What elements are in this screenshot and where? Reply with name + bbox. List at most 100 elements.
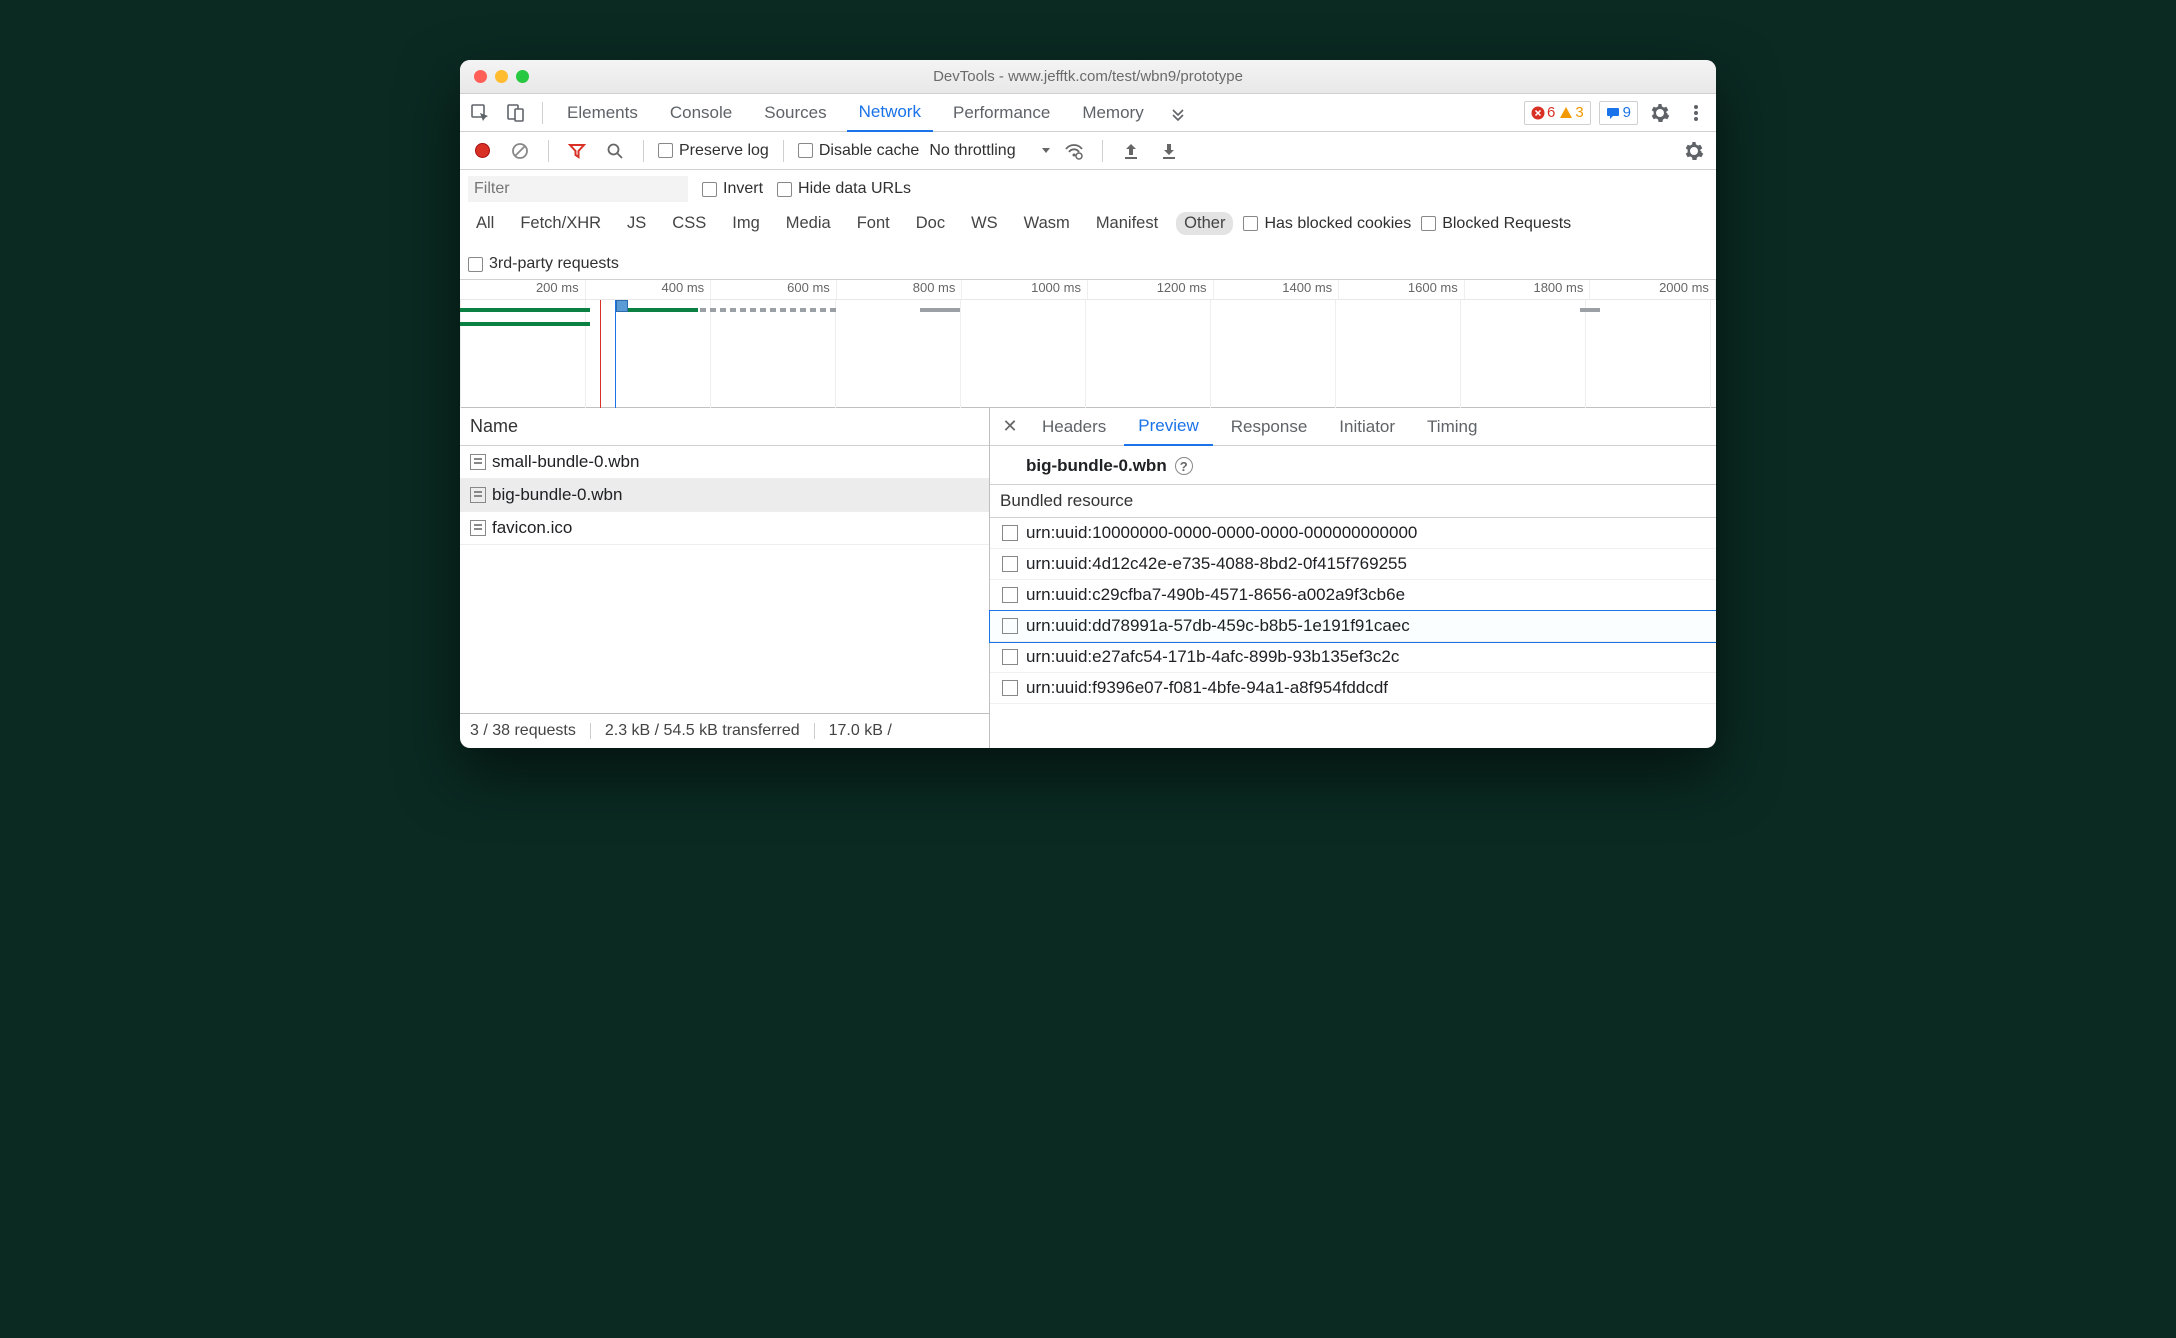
resource-icon — [1002, 649, 1018, 665]
file-icon — [470, 454, 486, 470]
issues-badge[interactable]: 6 3 — [1524, 101, 1591, 125]
upload-har-icon[interactable] — [1117, 137, 1145, 165]
invert-checkbox[interactable]: Invert — [702, 180, 763, 198]
request-name: big-bundle-0.wbn — [492, 485, 622, 505]
timeline-tick: 1600 ms — [1339, 280, 1465, 299]
download-har-icon[interactable] — [1155, 137, 1183, 165]
status-transferred: 2.3 kB / 54.5 kB transferred — [605, 722, 815, 740]
device-toolbar-icon[interactable] — [502, 99, 530, 127]
bundled-resource-row[interactable]: urn:uuid:4d12c42e-e735-4088-8bd2-0f415f7… — [990, 549, 1716, 580]
inspect-element-icon[interactable] — [466, 99, 494, 127]
resource-icon — [1002, 525, 1018, 541]
type-filter-js[interactable]: JS — [619, 212, 654, 235]
devtools-window: DevTools - www.jefftk.com/test/wbn9/prot… — [460, 60, 1716, 748]
disable-cache-checkbox[interactable]: Disable cache — [798, 142, 920, 160]
bundled-resource-row[interactable]: urn:uuid:dd78991a-57db-459c-b8b5-1e191f9… — [990, 611, 1716, 642]
resource-icon — [1002, 587, 1018, 603]
close-window-button[interactable] — [474, 70, 487, 83]
tab-performance[interactable]: Performance — [941, 94, 1062, 132]
resource-uri: urn:uuid:10000000-0000-0000-0000-0000000… — [1026, 523, 1417, 543]
bundled-resource-row[interactable]: urn:uuid:f9396e07-f081-4bfe-94a1-a8f954f… — [990, 673, 1716, 704]
tab-network[interactable]: Network — [847, 94, 933, 132]
hide-data-urls-checkbox[interactable]: Hide data URLs — [777, 180, 911, 198]
filter-input[interactable] — [468, 176, 688, 202]
messages-badge[interactable]: 9 — [1599, 101, 1638, 125]
bundled-resource-row[interactable]: urn:uuid:e27afc54-171b-4afc-899b-93b135e… — [990, 642, 1716, 673]
search-icon[interactable] — [601, 137, 629, 165]
request-name: favicon.ico — [492, 518, 572, 538]
kebab-menu-icon[interactable] — [1682, 99, 1710, 127]
tab-memory[interactable]: Memory — [1070, 94, 1155, 132]
timeline-tick: 1000 ms — [962, 280, 1088, 299]
traffic-lights — [460, 70, 529, 83]
help-icon[interactable]: ? — [1175, 457, 1193, 475]
detail-panel: ✕ HeadersPreviewResponseInitiatorTiming … — [990, 408, 1716, 748]
third-party-checkbox[interactable]: 3rd-party requests — [468, 255, 619, 273]
resource-uri: urn:uuid:dd78991a-57db-459c-b8b5-1e191f9… — [1026, 616, 1410, 636]
warning-count: 3 — [1575, 104, 1583, 121]
file-icon — [470, 487, 486, 503]
main-tabbar: ElementsConsoleSourcesNetworkPerformance… — [460, 94, 1716, 132]
preserve-log-checkbox[interactable]: Preserve log — [658, 142, 769, 160]
network-settings-icon[interactable] — [1680, 137, 1708, 165]
type-filter-media[interactable]: Media — [778, 212, 839, 235]
blocked-requests-checkbox[interactable]: Blocked Requests — [1421, 215, 1571, 233]
more-tabs-icon[interactable] — [1164, 99, 1192, 127]
preview-title: big-bundle-0.wbn — [1026, 456, 1167, 476]
type-filter-wasm[interactable]: Wasm — [1016, 212, 1078, 235]
titlebar: DevTools - www.jefftk.com/test/wbn9/prot… — [460, 60, 1716, 94]
throttling-select[interactable]: No throttling — [929, 142, 1049, 160]
status-resources: 17.0 kB / — [829, 722, 892, 740]
network-conditions-icon[interactable] — [1060, 137, 1088, 165]
clear-button[interactable] — [506, 137, 534, 165]
minimize-window-button[interactable] — [495, 70, 508, 83]
record-button[interactable] — [468, 137, 496, 165]
request-row[interactable]: big-bundle-0.wbn — [460, 479, 989, 512]
status-bar: 3 / 38 requests 2.3 kB / 54.5 kB transfe… — [460, 713, 989, 748]
bundled-resource-row[interactable]: urn:uuid:c29cfba7-490b-4571-8656-a002a9f… — [990, 580, 1716, 611]
timeline-overview[interactable]: 200 ms400 ms600 ms800 ms1000 ms1200 ms14… — [460, 280, 1716, 408]
resource-icon — [1002, 680, 1018, 696]
timeline-tick: 1800 ms — [1465, 280, 1591, 299]
tab-sources[interactable]: Sources — [752, 94, 838, 132]
detail-tab-response[interactable]: Response — [1217, 408, 1322, 446]
bundled-resource-row[interactable]: urn:uuid:10000000-0000-0000-0000-0000000… — [990, 518, 1716, 549]
error-count: 6 — [1547, 104, 1555, 121]
bundled-resource-header: Bundled resource — [990, 485, 1716, 518]
resource-uri: urn:uuid:4d12c42e-e735-4088-8bd2-0f415f7… — [1026, 554, 1407, 574]
filter-icon[interactable] — [563, 137, 591, 165]
type-filter-ws[interactable]: WS — [963, 212, 1006, 235]
type-filter-doc[interactable]: Doc — [908, 212, 953, 235]
close-detail-icon[interactable]: ✕ — [996, 413, 1024, 441]
resource-icon — [1002, 556, 1018, 572]
timeline-tick: 1400 ms — [1214, 280, 1340, 299]
has-blocked-cookies-checkbox[interactable]: Has blocked cookies — [1243, 215, 1411, 233]
detail-tab-preview[interactable]: Preview — [1124, 408, 1212, 446]
detail-tab-initiator[interactable]: Initiator — [1325, 408, 1409, 446]
request-row[interactable]: favicon.ico — [460, 512, 989, 545]
timeline-tick: 400 ms — [586, 280, 712, 299]
type-filter-css[interactable]: CSS — [664, 212, 714, 235]
type-filter-img[interactable]: Img — [724, 212, 768, 235]
type-filter-other[interactable]: Other — [1176, 212, 1233, 235]
zoom-window-button[interactable] — [516, 70, 529, 83]
resource-uri: urn:uuid:e27afc54-171b-4afc-899b-93b135e… — [1026, 647, 1399, 667]
tab-elements[interactable]: Elements — [555, 94, 650, 132]
message-count: 9 — [1623, 104, 1631, 121]
type-filter-fetchxhr[interactable]: Fetch/XHR — [512, 212, 609, 235]
timeline-tick: 600 ms — [711, 280, 837, 299]
request-row[interactable]: small-bundle-0.wbn — [460, 446, 989, 479]
detail-tabbar: ✕ HeadersPreviewResponseInitiatorTiming — [990, 408, 1716, 446]
request-name: small-bundle-0.wbn — [492, 452, 639, 472]
timeline-ticks: 200 ms400 ms600 ms800 ms1000 ms1200 ms14… — [460, 280, 1716, 300]
timeline-tick: 1200 ms — [1088, 280, 1214, 299]
resource-uri: urn:uuid:f9396e07-f081-4bfe-94a1-a8f954f… — [1026, 678, 1388, 698]
detail-tab-headers[interactable]: Headers — [1028, 408, 1120, 446]
type-filter-manifest[interactable]: Manifest — [1088, 212, 1166, 235]
type-filter-font[interactable]: Font — [849, 212, 898, 235]
tab-console[interactable]: Console — [658, 94, 744, 132]
type-filter-all[interactable]: All — [468, 212, 502, 235]
settings-icon[interactable] — [1646, 99, 1674, 127]
detail-tab-timing[interactable]: Timing — [1413, 408, 1491, 446]
dropdown-icon — [1020, 144, 1050, 158]
